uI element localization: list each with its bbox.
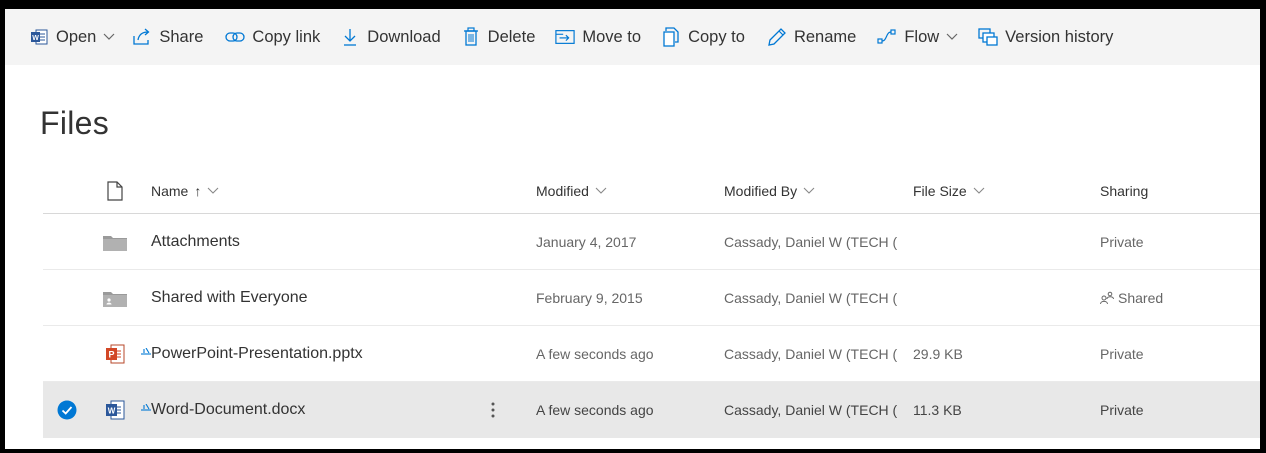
chevron-down-icon — [803, 187, 815, 195]
svg-text:P: P — [108, 349, 114, 359]
trash-icon — [461, 27, 481, 47]
rename-label: Rename — [793, 27, 857, 46]
checkmark-circle-icon — [57, 400, 77, 419]
svg-text:W: W — [108, 406, 116, 415]
chevron-down-icon — [595, 187, 607, 195]
sharing-label: Shared — [1118, 289, 1164, 306]
open-button[interactable]: W Open — [29, 9, 115, 65]
sharing-status[interactable]: Shared — [1100, 270, 1163, 325]
chevron-down-icon — [946, 33, 958, 41]
sharing-status[interactable]: Private — [1100, 326, 1144, 381]
move-icon — [555, 27, 576, 47]
modified-date: A few seconds ago — [536, 401, 654, 418]
delete-label: Delete — [487, 27, 536, 46]
column-header-modified[interactable]: Modified — [536, 169, 607, 213]
svg-text:W: W — [32, 35, 39, 42]
modified-date: January 4, 2017 — [536, 233, 637, 250]
modified-by: Cassady, Daniel W (TECH ( — [724, 289, 898, 306]
flow-icon — [877, 27, 897, 47]
column-name-label: Name — [151, 183, 189, 199]
modified-by: Cassady, Daniel W (TECH ( — [724, 345, 898, 362]
column-header-name[interactable]: Name ↑ — [151, 169, 219, 213]
pencil-icon — [767, 27, 787, 47]
file-name-link[interactable]: PowerPoint-Presentation.pptx — [151, 345, 363, 363]
delete-button[interactable]: Delete — [461, 9, 536, 65]
more-options-icon[interactable] — [483, 382, 503, 437]
column-modified-by-label: Modified By — [724, 183, 798, 199]
column-file-size-label: File Size — [913, 183, 967, 199]
modified-date: A few seconds ago — [536, 345, 654, 362]
rename-button[interactable]: Rename — [767, 9, 856, 65]
share-icon — [132, 27, 152, 47]
download-button[interactable]: Download — [340, 9, 441, 65]
table-row[interactable]: Shared with Everyone February 9, 2015 Ca… — [43, 270, 1260, 326]
page-title: Files — [40, 105, 110, 141]
open-label: Open — [56, 27, 97, 46]
file-list: Name ↑ Modified Modified By File Size Sh… — [43, 169, 1260, 438]
shared-folder-icon — [101, 270, 129, 325]
column-sharing-label: Sharing — [1100, 183, 1149, 199]
sharing-status[interactable]: Private — [1100, 382, 1144, 437]
column-header-sharing[interactable]: Sharing — [1100, 169, 1148, 213]
word-file-icon: W — [101, 382, 129, 437]
powerpoint-file-icon: P — [101, 326, 129, 381]
copy-link-button[interactable]: Copy link — [225, 9, 320, 65]
download-label: Download — [367, 27, 441, 46]
modified-date: February 9, 2015 — [536, 289, 643, 306]
folder-icon — [101, 214, 129, 269]
sharing-status[interactable]: Private — [1100, 214, 1144, 269]
share-label: Share — [159, 27, 204, 46]
share-button[interactable]: Share — [132, 9, 203, 65]
word-icon: W — [29, 27, 49, 47]
file-list-header: Name ↑ Modified Modified By File Size Sh… — [43, 169, 1260, 214]
file-name-link[interactable]: Attachments — [151, 214, 240, 269]
modified-by: Cassady, Daniel W (TECH ( — [724, 233, 898, 250]
column-header-file-size[interactable]: File Size — [913, 169, 985, 213]
move-to-button[interactable]: Move to — [555, 9, 641, 65]
download-icon — [340, 27, 360, 47]
sort-ascending-icon: ↑ — [194, 183, 202, 199]
file-size: 29.9 KB — [913, 345, 963, 362]
table-row-selected[interactable]: W Word-Document.docx A few seconds ago C… — [43, 382, 1260, 438]
file-name-cell: PowerPoint-Presentation.pptx — [141, 326, 363, 381]
onedrive-window: W Open Share Copy link Download Delete M… — [5, 9, 1260, 449]
modified-by: Cassady, Daniel W (TECH ( — [724, 401, 898, 418]
flow-button[interactable]: Flow — [877, 9, 958, 65]
file-type-icon[interactable] — [101, 169, 129, 213]
link-icon — [225, 27, 246, 47]
copy-icon — [661, 27, 681, 47]
version-history-button[interactable]: Version history — [978, 9, 1113, 65]
table-row[interactable]: Attachments January 4, 2017 Cassady, Dan… — [43, 214, 1260, 270]
file-size: 11.3 KB — [913, 401, 962, 418]
file-name-link[interactable]: Word-Document.docx — [151, 401, 305, 419]
chevron-down-icon — [103, 33, 115, 41]
copy-link-label: Copy link — [252, 27, 321, 46]
table-row[interactable]: P PowerPoint-Presentation.pptx A few sec… — [43, 326, 1260, 382]
people-icon — [1100, 291, 1114, 305]
copy-to-button[interactable]: Copy to — [661, 9, 745, 65]
chevron-down-icon — [207, 187, 219, 195]
file-name-cell: Word-Document.docx — [141, 382, 305, 437]
column-modified-label: Modified — [536, 183, 589, 199]
flow-label: Flow — [904, 27, 940, 46]
copy-to-label: Copy to — [688, 27, 745, 46]
version-history-label: Version history — [1005, 27, 1114, 46]
move-to-label: Move to — [582, 27, 642, 46]
chevron-down-icon — [973, 187, 985, 195]
column-header-modified-by[interactable]: Modified By — [724, 169, 909, 213]
command-bar: W Open Share Copy link Download Delete M… — [5, 9, 1260, 65]
row-checkbox[interactable] — [55, 382, 79, 437]
file-name-link[interactable]: Shared with Everyone — [151, 270, 308, 325]
version-history-icon — [978, 27, 998, 47]
